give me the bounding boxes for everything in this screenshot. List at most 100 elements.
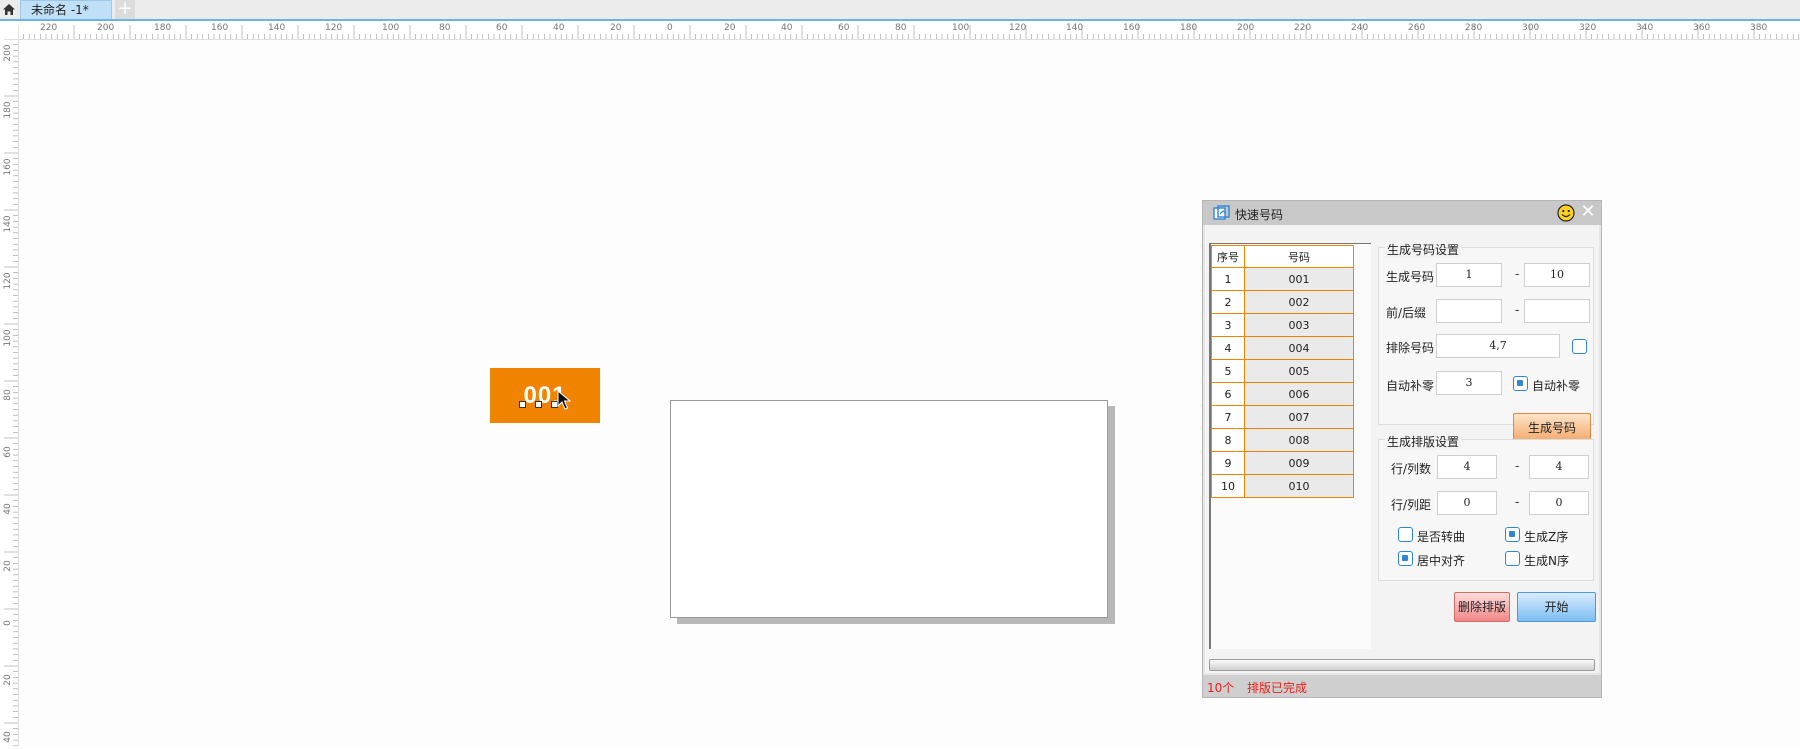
ruler-top-label: 220 (40, 23, 57, 33)
ruler-top-label: 100 (382, 23, 399, 33)
ruler-left-label: 180 (3, 101, 13, 118)
number-table: 序号 号码 1 001 2 002 3 003 4 004 5 005 6 006 7 007 8 008 9 0… (1211, 245, 1354, 498)
ruler-top-label: 60 (496, 23, 508, 33)
ruler-left-label: 200 (3, 44, 13, 61)
column-header-seq[interactable]: 序号 (1211, 245, 1245, 268)
table-row[interactable]: 7 007 (1211, 405, 1354, 429)
n-order-label[interactable]: 生成N序 (1524, 552, 1569, 569)
ruler-left: 200 180 160 140 120 100 80 60 40 20 0 20 40 (0, 38, 19, 747)
table-row[interactable]: 6 006 (1211, 382, 1354, 406)
row-seq-cell: 1 (1211, 267, 1245, 291)
prefix-input[interactable] (1436, 299, 1502, 323)
row-seq-cell: 9 (1211, 451, 1245, 475)
ruler-top-label: 20 (724, 23, 736, 33)
row-seq-cell: 8 (1211, 428, 1245, 452)
range-dash: - (1515, 303, 1520, 317)
ruler-top-label: 380 (1750, 23, 1767, 33)
number-tag-object[interactable]: 001 (490, 368, 600, 423)
add-tab-button[interactable]: + (115, 0, 135, 19)
row-number-cell[interactable]: 001 (1244, 267, 1354, 291)
z-order-label[interactable]: 生成Z序 (1524, 528, 1568, 545)
ruler-top-label: 240 (1351, 23, 1368, 33)
ruler-top-label: 160 (211, 23, 228, 33)
start-button[interactable]: 开始 (1517, 592, 1596, 622)
gen-to-input[interactable]: 10 (1524, 263, 1590, 287)
ruler-left-label: 100 (3, 329, 13, 346)
row-number-cell[interactable]: 010 (1244, 474, 1354, 498)
z-order-checkbox[interactable] (1505, 527, 1520, 542)
close-icon[interactable]: ✕ (1579, 203, 1597, 221)
table-row[interactable]: 8 008 (1211, 428, 1354, 452)
row-spacing-input[interactable]: 0 (1437, 491, 1497, 515)
row-number-cell[interactable]: 004 (1244, 336, 1354, 360)
ruler-top-label: 40 (781, 23, 793, 33)
range-dash: - (1515, 495, 1520, 509)
ruler-top-label: 20 (610, 23, 622, 33)
layout-settings-group: 生成排版设置 行/列数 4 - 4 行/列距 0 - 0 是否转曲 生成Z序 居… (1378, 433, 1594, 581)
progress-bar (1209, 659, 1595, 671)
row-number-cell[interactable]: 009 (1244, 451, 1354, 475)
ruler-top-label: 40 (553, 23, 565, 33)
row-number-cell[interactable]: 003 (1244, 313, 1354, 337)
ruler-left-label: 40 (3, 503, 13, 515)
table-row[interactable]: 3 003 (1211, 313, 1354, 337)
convert-curve-label[interactable]: 是否转曲 (1417, 528, 1465, 545)
exclude-number-input[interactable]: 4,7 (1436, 334, 1560, 358)
ruler-left-label: 80 (3, 389, 13, 401)
selection-handle[interactable] (519, 401, 526, 408)
row-number-cell[interactable]: 006 (1244, 382, 1354, 406)
delete-layout-button[interactable]: 删除排版 (1454, 592, 1510, 622)
table-row[interactable]: 2 002 (1211, 290, 1354, 314)
convert-curve-checkbox[interactable] (1398, 527, 1413, 542)
ruler-left-label: 120 (3, 272, 13, 289)
document-tab[interactable]: 未命名 -1* (20, 0, 112, 19)
ruler-top-label: 340 (1636, 23, 1653, 33)
ruler-top-label: 180 (1180, 23, 1197, 33)
cols-input[interactable]: 4 (1529, 455, 1589, 479)
dialog-title: 快速号码 (1235, 208, 1284, 222)
row-seq-cell: 10 (1211, 474, 1245, 498)
quick-number-icon (1213, 205, 1230, 224)
suffix-input[interactable] (1524, 299, 1590, 323)
exclude-checkbox[interactable] (1572, 339, 1587, 354)
row-seq-cell: 7 (1211, 405, 1245, 429)
tab-bar: 未命名 -1* + (0, 0, 1800, 21)
row-number-cell[interactable]: 002 (1244, 290, 1354, 314)
ruler-top-label: 140 (268, 23, 285, 33)
range-dash: - (1515, 459, 1520, 473)
row-number-cell[interactable]: 008 (1244, 428, 1354, 452)
gen-from-input[interactable]: 1 (1436, 263, 1502, 287)
table-row[interactable]: 4 004 (1211, 336, 1354, 360)
auto-pad-checkbox[interactable] (1513, 376, 1528, 391)
center-align-label[interactable]: 居中对齐 (1417, 552, 1465, 569)
column-header-number[interactable]: 号码 (1244, 245, 1354, 268)
home-icon[interactable] (0, 0, 18, 19)
rows-input[interactable]: 4 (1437, 455, 1497, 479)
table-row[interactable]: 9 009 (1211, 451, 1354, 475)
ruler-left-ticks: 2001801601401201008060402002040 (3, 38, 18, 747)
auto-pad-checkbox-label[interactable]: 自动补零 (1532, 377, 1580, 394)
ruler-top-ticks: 220 200 180 160 140 120 100 80 60 40 20 0 20 40 60 80 10… (17, 23, 1800, 39)
number-list-panel[interactable]: 序号 号码 1 001 2 002 3 003 4 004 5 005 6 006 7 007 8 008 9 0… (1209, 243, 1371, 649)
row-number-cell[interactable]: 007 (1244, 405, 1354, 429)
n-order-checkbox[interactable] (1505, 551, 1520, 566)
center-align-checkbox[interactable] (1398, 551, 1413, 566)
row-seq-cell: 3 (1211, 313, 1245, 337)
smiley-icon[interactable] (1557, 204, 1575, 225)
row-seq-cell: 6 (1211, 382, 1245, 406)
ruler-top-label: 200 (1237, 23, 1254, 33)
status-bar: 10个 排版已完成 (1203, 675, 1601, 697)
table-row[interactable]: 1 001 (1211, 267, 1354, 291)
quick-number-dialog: 快速号码 ✕ 序号 号码 1 001 2 002 3 003 4 004 5 005 6 006 7 00… (1202, 200, 1602, 698)
table-row[interactable]: 10 010 (1211, 474, 1354, 498)
table-row[interactable]: 5 005 (1211, 359, 1354, 383)
layout-settings-title: 生成排版设置 (1385, 433, 1462, 450)
gen-settings-group: 生成号码设置 生成号码 1 - 10 前/后缀 - 排除号码 4,7 自动补零 … (1378, 241, 1594, 443)
pad-digits-input[interactable]: 3 (1436, 371, 1502, 395)
selection-handle[interactable] (535, 401, 542, 408)
row-col-spacing-label: 行/列距 (1391, 498, 1432, 512)
col-spacing-input[interactable]: 0 (1529, 491, 1589, 515)
row-number-cell[interactable]: 005 (1244, 359, 1354, 383)
dialog-title-bar[interactable]: 快速号码 ✕ (1203, 201, 1601, 225)
layout-page[interactable] (670, 400, 1108, 618)
